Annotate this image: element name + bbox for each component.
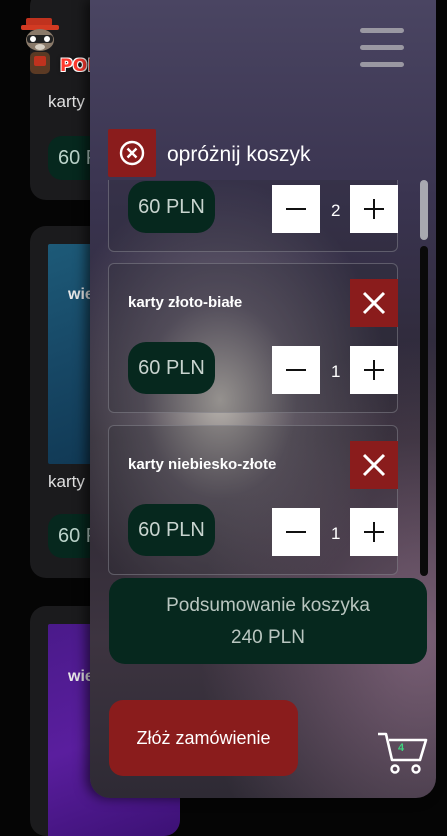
cart-item: karty złoto-białe 60 PLN 1 — [108, 263, 398, 413]
item-quantity: 1 — [331, 362, 341, 381]
close-icon — [362, 291, 386, 315]
item-price: 60 PLN — [128, 342, 215, 394]
raccoon-mascot-icon — [21, 18, 59, 74]
empty-cart-button[interactable] — [108, 129, 156, 177]
item-quantity: 1 — [331, 524, 341, 543]
cart-count-badge: 4 — [398, 742, 405, 754]
product-title: karty — [48, 472, 85, 491]
decrease-quantity-button[interactable] — [272, 185, 320, 233]
remove-item-button[interactable] — [350, 441, 398, 489]
shopping-cart-icon[interactable]: 4 — [376, 730, 430, 776]
item-name: karty niebiesko-złote — [128, 456, 277, 473]
item-price: 60 PLN — [128, 181, 215, 233]
product-title: karty — [48, 92, 85, 111]
hamburger-icon[interactable] — [360, 28, 404, 68]
cart-item: karty niebiesko-złote 60 PLN 1 — [108, 425, 398, 575]
cart-summary: Podsumowanie koszyka 240 PLN — [109, 578, 427, 664]
scrollbar-track — [420, 246, 428, 576]
cart-items-list[interactable]: 60 PLN 2 karty złoto-białe 60 PLN 1 kart… — [108, 180, 404, 576]
cart-drawer: opróżnij koszyk 60 PLN 2 karty złoto-bia… — [90, 0, 436, 798]
increase-quantity-button[interactable] — [350, 346, 398, 394]
decrease-quantity-button[interactable] — [272, 346, 320, 394]
increase-quantity-button[interactable] — [350, 185, 398, 233]
cart-item: 60 PLN 2 — [108, 180, 398, 252]
item-price: 60 PLN — [128, 504, 215, 556]
remove-item-button[interactable] — [350, 279, 398, 327]
close-icon — [362, 453, 386, 477]
place-order-button[interactable]: Złóż zamówienie — [109, 700, 298, 776]
circle-x-icon — [119, 140, 145, 166]
item-quantity: 2 — [331, 201, 341, 220]
increase-quantity-button[interactable] — [350, 508, 398, 556]
scrollbar-thumb[interactable] — [420, 180, 428, 240]
decrease-quantity-button[interactable] — [272, 508, 320, 556]
item-name: karty złoto-białe — [128, 294, 243, 311]
summary-total: 240 PLN — [231, 627, 305, 648]
empty-cart-label[interactable]: opróżnij koszyk — [167, 143, 311, 167]
summary-title: Podsumowanie koszyka — [166, 595, 370, 616]
cart-scrollbar[interactable] — [418, 180, 430, 576]
